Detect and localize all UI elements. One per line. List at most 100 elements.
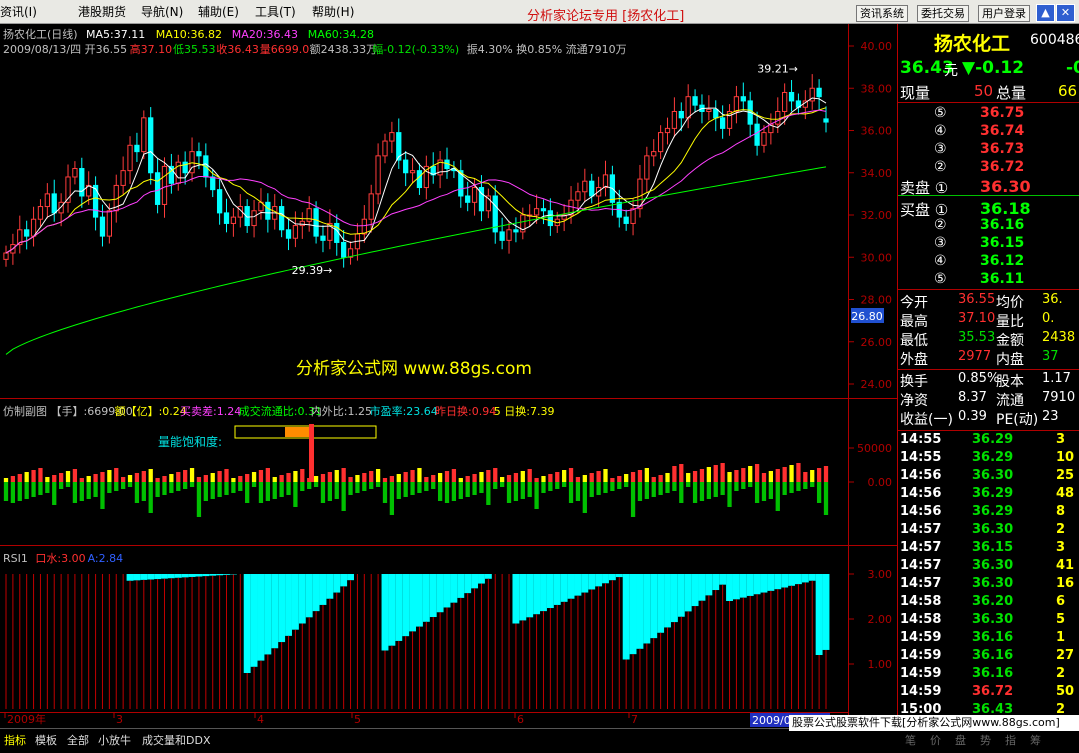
stat-value: 7910 [1042, 390, 1076, 405]
rsi-cyan-bar [670, 574, 678, 623]
stat-value: 36. [1042, 292, 1063, 307]
vol-down-bar [499, 482, 505, 487]
vol-up-bar [3, 478, 9, 482]
date-label: 7 [631, 713, 638, 726]
vol-down-bar [375, 482, 381, 487]
rsi-cyan-bar [691, 574, 699, 607]
vol-up-bar [72, 469, 78, 482]
tool-chips[interactable]: 筹 [1030, 732, 1041, 748]
price-axis-label: 26.00 [861, 336, 893, 349]
divider [898, 195, 1079, 196]
rsi-cyan-bar [760, 574, 768, 593]
pane-divider-1 [0, 398, 897, 399]
vol-up-bar [272, 477, 277, 482]
tool-price[interactable]: 价 [930, 732, 941, 748]
vol-up-bar [155, 478, 160, 482]
vol-down-bar [210, 482, 215, 499]
vol-down-bar [279, 482, 284, 497]
menu-navigate[interactable]: 导航(N) [141, 5, 183, 19]
vol-up-bar [279, 475, 284, 482]
menu-assist[interactable]: 辅助(E) [198, 5, 239, 19]
tab-template[interactable]: 模板 [35, 732, 57, 748]
vol-up-bar [479, 472, 484, 482]
tool-trend[interactable]: 势 [980, 732, 991, 748]
stat-label: 股本 [996, 374, 1024, 390]
ohlc-label: 幅-0.12(-0.33%) [372, 43, 459, 56]
tick-time: 14:59 [900, 666, 942, 681]
ask-level: ③ [934, 141, 947, 157]
rsi-cyan-bar [202, 574, 210, 577]
vol-up-bar [810, 470, 815, 482]
vol-down-bar [562, 482, 567, 487]
tick-price: 36.30 [972, 468, 1014, 483]
rsi-cyan-bar [264, 574, 272, 655]
bid-price: 36.16 [980, 217, 1025, 233]
menu-info[interactable]: 资讯(I) [0, 5, 37, 19]
info-system-button[interactable]: 资讯系统 [856, 5, 908, 22]
vol-down-bar [548, 482, 553, 491]
rsi-cyan-bar [133, 574, 141, 581]
stat-value: 0.39 [958, 409, 987, 424]
vol-down-bar [686, 482, 691, 487]
vol-up-bar [189, 468, 195, 482]
candle-body [630, 208, 636, 224]
vol-down-bar [493, 482, 498, 489]
vol-down-bar [610, 482, 615, 491]
vol-down-bar [31, 482, 36, 497]
rsi-cyan-bar [409, 574, 416, 632]
close-icon[interactable]: ✕ [1056, 4, 1075, 22]
rsi-cyan-bar [326, 574, 334, 599]
price-axis-divider [848, 24, 849, 730]
ma5-line [5, 97, 827, 254]
tab-all[interactable]: 全部 [67, 732, 89, 748]
rsi-header-label: RSI1 [3, 552, 28, 565]
vol-down-bar [555, 482, 560, 489]
rsi-cyan-bar [298, 574, 306, 624]
vol-down-bar [100, 482, 105, 509]
tick-price: 36.20 [972, 594, 1014, 609]
vol-down-bar [727, 482, 732, 507]
vol-up-bar [31, 470, 36, 482]
rsi-cyan-bar [533, 574, 541, 615]
tab-indicator[interactable]: 指标 [4, 732, 26, 748]
current-vol: 50 [974, 82, 994, 100]
vol-up-bar [672, 466, 677, 482]
rsi-cyan-bar [484, 574, 492, 579]
advert-banner[interactable]: 股票公式股票软件下载[分析家公式网www.88gs.com] [789, 715, 1079, 731]
tick-vol: 41 [1056, 558, 1075, 573]
vol-down-bar [245, 482, 250, 503]
candle-body [292, 225, 299, 239]
kline-chart-area[interactable]: 40.00 38.00 36.00 34.00 32.00 30.00 28.00 26.00… [0, 24, 897, 730]
tick-vol: 25 [1056, 468, 1075, 483]
vol-up-bar [79, 478, 84, 482]
trade-button[interactable]: 委托交易 [917, 5, 969, 22]
menu-hk-futures[interactable]: 港股期货 [78, 5, 126, 19]
tool-index[interactable]: 指 [1005, 732, 1016, 748]
minimize-icon[interactable]: ▲ [1036, 4, 1055, 22]
price-unit: 元 [944, 63, 958, 79]
login-button[interactable]: 用户登录 [978, 5, 1030, 22]
tool-pen[interactable]: 笔 [905, 732, 916, 748]
rsi-cyan-bar [271, 574, 279, 649]
vol-down-bar [203, 482, 208, 501]
candle-body [816, 87, 822, 98]
date-label: 3 [116, 713, 123, 726]
menu-help[interactable]: 帮助(H) [312, 5, 354, 19]
rsi-cyan-bar [781, 574, 789, 588]
high-marker: 39.21→ [757, 63, 798, 76]
candle-body [299, 220, 305, 227]
tab-xiaofangniu[interactable]: 小放牛 [98, 732, 131, 748]
tool-book[interactable]: 盘 [955, 732, 966, 748]
kline-chart-svg[interactable]: 40.0038.0036.0034.0032.0030.0028.0026.00… [0, 24, 897, 730]
vol-up-bar [458, 478, 463, 482]
vol-up-bar [313, 476, 319, 482]
rsi-cyan-bar [567, 574, 575, 599]
candle-body [127, 144, 133, 172]
tick-time: 14:57 [900, 522, 942, 537]
menu-tools[interactable]: 工具(T) [255, 5, 296, 19]
vol-down-bar [424, 482, 429, 491]
tab-volume-ddx[interactable]: 成交量和DDX [142, 732, 210, 748]
rsi-cyan-bar [402, 574, 410, 637]
vol-down-bar [272, 482, 277, 499]
vol-up-bar [300, 469, 305, 482]
